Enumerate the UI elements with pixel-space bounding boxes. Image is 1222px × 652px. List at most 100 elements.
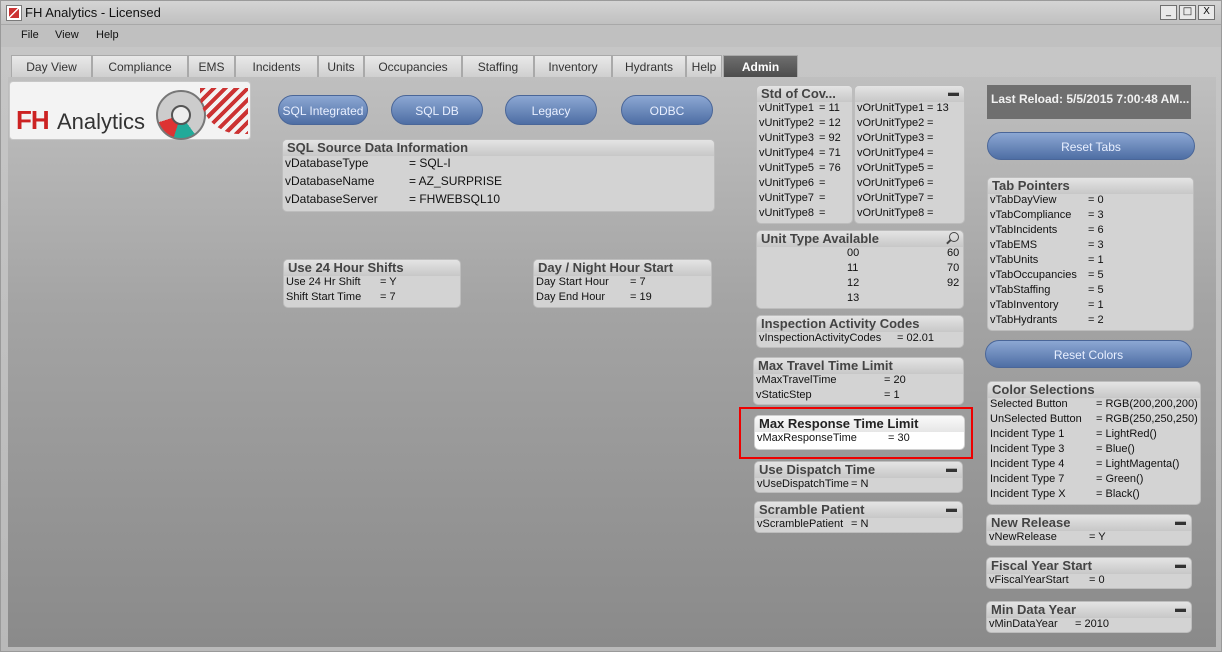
title-bar[interactable]: FH Analytics - Licensed _ □ X [1,1,1221,25]
table-row: Incident Type X = Black() [988,488,1200,503]
window-title: FH Analytics - Licensed [25,5,161,20]
menu-file[interactable]: File [21,29,39,41]
row-value: = 12 [819,117,841,129]
row-key: vTabStaffing [990,284,1051,296]
row-key: vDatabaseName [285,174,375,188]
table-row: vOrUnitType3 = [855,132,964,147]
new-release-panel: New Release ▬ vNewRelease = Y [986,514,1192,546]
table-row: Incident Type 3 = Blue() [988,443,1200,458]
row-value: = 20 [884,374,906,386]
fiscal-year-start-panel: Fiscal Year Start ▬ vFiscalYearStart = 0 [986,557,1192,589]
table-row: vTabDayView = 0 [988,194,1193,209]
tab-compliance[interactable]: Compliance [92,55,188,77]
row-value: = 71 [819,147,841,159]
row-key: vUseDispatchTime [757,478,849,490]
minimize-icon[interactable]: ▬ [948,86,959,101]
panel-title: Inspection Activity Codes [757,316,963,332]
unit-code: 00 [847,247,860,259]
table-row: vTabOccupancies = 5 [988,269,1193,284]
table-row: Day End Hour = 19 [534,291,711,306]
row-key: vMaxTravelTime [756,374,837,386]
odbc-button[interactable]: ODBC [621,95,713,125]
unit-code: 70 [947,262,960,274]
table-row: vTabInventory = 1 [988,299,1193,314]
table-row: vTabStaffing = 5 [988,284,1193,299]
row-key: vOrUnitType5 [857,162,925,174]
use-24-hour-shifts-panel: Use 24 Hour Shifts Use 24 Hr Shift = Y Sh… [283,259,461,308]
close-button[interactable]: X [1198,5,1215,20]
minimize-icon[interactable]: ▬ [1175,515,1186,530]
panel-title: New Release ▬ [987,515,1191,531]
unit-code: 11 [847,262,859,274]
tab-staffing[interactable]: Staffing [462,55,534,77]
row-value: = Y [380,276,397,288]
panel-title: Use 24 Hour Shifts [284,260,460,276]
tab-admin[interactable]: Admin [723,55,798,77]
panel-title-text: Fiscal Year Start [991,558,1092,573]
tab-inventory[interactable]: Inventory [534,55,612,77]
scramble-patient-panel: Scramble Patient ▬ vScramblePatient = N [754,501,963,533]
tab-occupancies[interactable]: Occupancies [364,55,462,77]
table-row: vStaticStep = 1 [754,389,963,404]
tab-hydrants[interactable]: Hydrants [612,55,686,77]
tab-help[interactable]: Help [686,55,722,77]
search-icon[interactable] [949,232,959,242]
list-item[interactable]: 12 92 [757,277,963,292]
row-value: = 02.01 [897,332,935,344]
row-key: vUnitType4 [759,147,815,159]
sql-integrated-button[interactable]: SQL Integrated [278,95,368,125]
row-key: vOrUnitType6 [857,177,925,189]
row-value: = [819,177,826,189]
minimize-icon[interactable]: ▬ [946,462,957,477]
tab-pointers-panel: Tab Pointers vTabDayView = 0 vTabComplian… [987,177,1194,331]
tab-day-view[interactable]: Day View [11,55,92,77]
menu-help[interactable]: Help [96,29,119,41]
legacy-button[interactable]: Legacy [505,95,597,125]
table-row: vMaxTravelTime = 20 [754,374,963,389]
menu-view[interactable]: View [55,29,79,41]
row-key: vOrUnitType3 [857,132,925,144]
tab-ems[interactable]: EMS [188,55,235,77]
row-value: = 0 [1089,574,1105,586]
reset-colors-button[interactable]: Reset Colors [985,340,1192,368]
list-item[interactable]: 11 70 [757,262,963,277]
row-key: Incident Type 1 [990,428,1065,440]
reset-tabs-button[interactable]: Reset Tabs [987,132,1195,160]
row-value: = [927,147,934,159]
row-value: = [927,207,934,219]
row-key: vTabIncidents [990,224,1058,236]
tab-units[interactable]: Units [318,55,364,77]
row-key: vTabUnits [990,254,1039,266]
minimize-icon[interactable]: ▬ [946,502,957,517]
maximize-button[interactable]: □ [1179,5,1196,20]
row-value: = 76 [819,162,841,174]
row-value: = LightRed() [1096,428,1157,440]
table-row: vUnitType5 = 76 [757,162,852,177]
minimize-button[interactable]: _ [1160,5,1177,20]
row-key: vUnitType1 [759,102,815,114]
table-row: vTabHydrants = 2 [988,314,1193,329]
selection-highlight [739,407,973,459]
row-value: = 0 [1088,194,1104,206]
table-row: Shift Start Time = 7 [284,291,460,306]
panel-title: Tab Pointers [988,178,1193,194]
list-item[interactable]: 13 [757,292,963,307]
app-icon [6,5,22,21]
gauge-icon [156,90,206,140]
row-value: = [927,117,934,129]
sql-db-button[interactable]: SQL DB [391,95,483,125]
table-row: vTabUnits = 1 [988,254,1193,269]
row-value: = LightMagenta() [1096,458,1180,470]
row-key: vTabCompliance [990,209,1072,221]
row-value: = RGB(200,200,200) [1096,398,1198,410]
table-row: vTabEMS = 3 [988,239,1193,254]
minimize-icon[interactable]: ▬ [1175,602,1186,617]
panel-title: Color Selections [988,382,1200,398]
tab-incidents[interactable]: Incidents [235,55,318,77]
minimize-icon[interactable]: ▬ [1175,558,1186,573]
panel-title-text: Scramble Patient [759,502,865,517]
row-value: = 2 [1088,314,1104,326]
row-key: Incident Type 3 [990,443,1065,455]
panel-title: Use Dispatch Time ▬ [755,462,962,478]
list-item[interactable]: 00 60 [757,247,963,262]
